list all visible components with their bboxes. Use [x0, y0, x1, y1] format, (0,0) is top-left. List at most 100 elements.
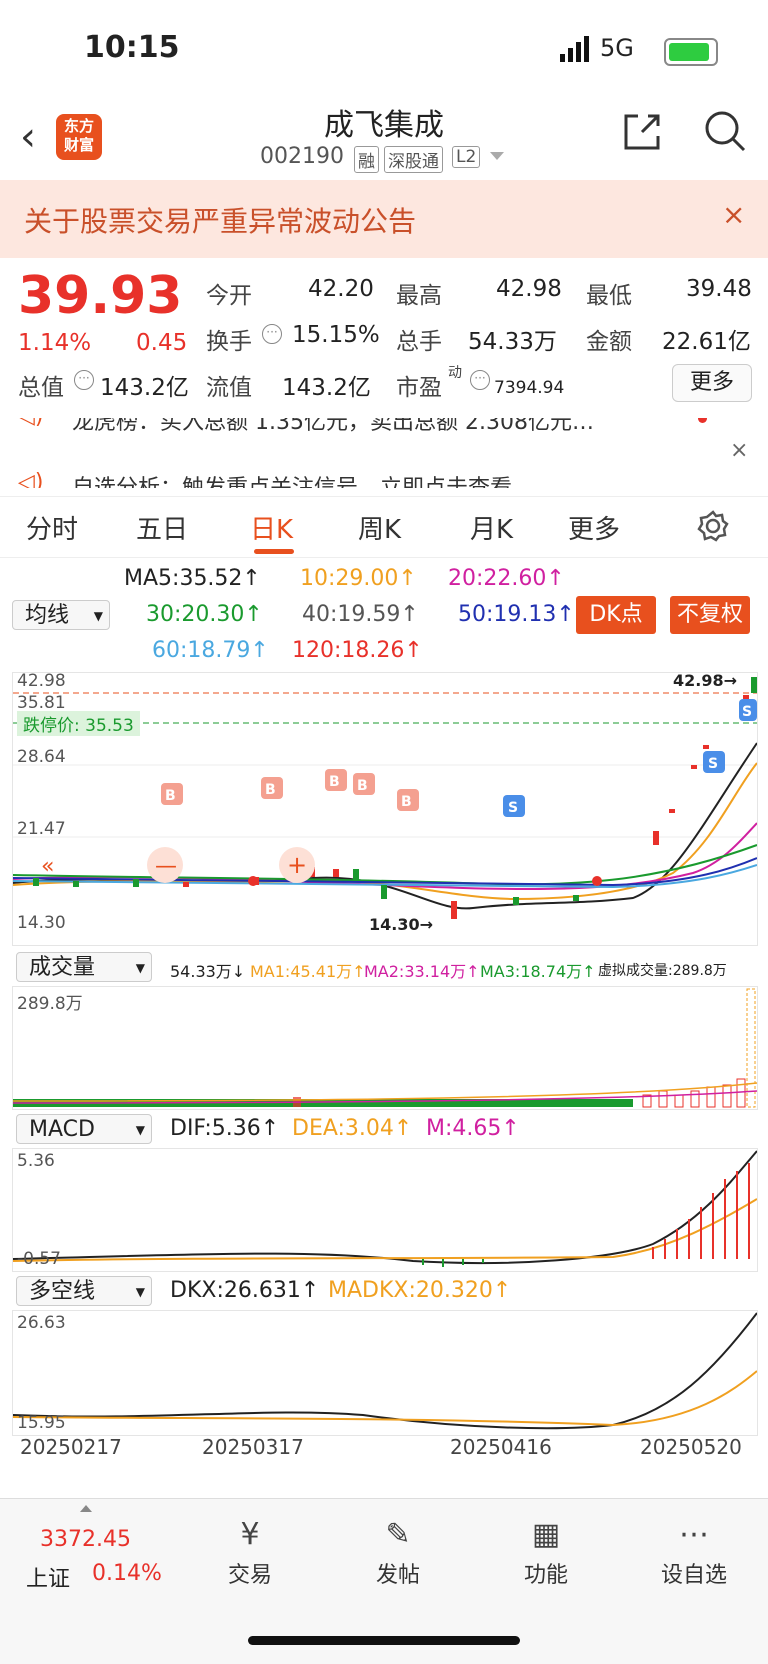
macd-m: M:4.65↑	[426, 1116, 520, 1141]
post-button[interactable]: ✎ 发帖	[348, 1513, 448, 1589]
tab-monthly-k[interactable]: 月K	[470, 509, 513, 546]
news-line-2[interactable]: 自选分析：触发重点关注信号，立即点击查看	[72, 470, 512, 488]
high-label: 最高	[396, 283, 442, 309]
announcement-text[interactable]: 关于股票交易严重异常波动公告	[24, 200, 416, 240]
y-label-4: 21.47	[17, 819, 66, 839]
tag-l2: L2	[452, 146, 481, 168]
share-icon[interactable]	[620, 110, 664, 154]
turnover-label: 换手	[206, 329, 252, 355]
add-watchlist-button[interactable]: ⋯ 设自选	[644, 1513, 744, 1589]
stock-code: 002190	[260, 144, 344, 169]
svg-text:+: +	[287, 851, 307, 879]
no-adjust-button[interactable]: 不复权	[670, 596, 750, 634]
tab-weekly-k[interactable]: 周K	[358, 509, 401, 546]
chevron-down-icon[interactable]	[490, 152, 504, 160]
svg-text:S: S	[742, 704, 752, 720]
battery-icon	[664, 38, 718, 66]
post-label: 发帖	[375, 1563, 420, 1588]
volume-y-label: 289.8万	[17, 994, 83, 1014]
tag-margin: 融	[354, 146, 379, 173]
tab-intraday[interactable]: 分时	[26, 509, 78, 546]
close-icon[interactable]: ×	[730, 438, 748, 463]
current-price: 39.93	[18, 266, 183, 326]
tab-more[interactable]: 更多	[568, 509, 620, 546]
status-time: 10:15	[84, 30, 180, 65]
macd-dea: DEA:3.04↑	[292, 1116, 413, 1141]
info-icon[interactable]: ···	[470, 370, 490, 390]
dkx-chart[interactable]: 26.63 15.95	[12, 1310, 758, 1436]
tab-five-day[interactable]: 五日	[136, 509, 188, 546]
trade-button[interactable]: ¥ 交易	[200, 1513, 300, 1589]
vol-ma1: MA1:45.41万↑	[250, 962, 366, 981]
high-value: 42.98	[496, 276, 562, 302]
y-label-2: 35.81	[17, 693, 66, 713]
dk-point-button[interactable]: DK点	[576, 596, 656, 634]
info-icon[interactable]: ···	[262, 324, 282, 344]
amount-label: 金额	[586, 329, 632, 355]
period-tabs: 分时 五日 日K 周K 月K 更多	[0, 496, 768, 558]
ma20-value: 20:22.60↑	[448, 566, 565, 591]
stock-header: ‹ 东方 财富 成飞集成 002190 融 深股通 L2	[0, 94, 768, 178]
news-line-1[interactable]: 龙虎榜：买入总额 1.35亿元，卖出总额 2.308亿元…	[72, 418, 594, 436]
float-label: 流值	[206, 375, 252, 401]
close-icon[interactable]: ×	[722, 198, 745, 231]
macd-chart[interactable]: 5.36 -0.57	[12, 1148, 758, 1272]
kline-chart[interactable]: B B B B B S S S — + « 42.98 35.81 跌停价: 3…	[12, 671, 758, 946]
edit-icon: ✎	[385, 1517, 411, 1552]
home-indicator[interactable]	[248, 1636, 520, 1645]
amount-value: 22.61亿	[662, 329, 751, 355]
volume-value: 54.33万↓	[170, 962, 246, 981]
high-marker: 42.98→	[673, 671, 738, 690]
search-icon[interactable]	[702, 108, 748, 154]
index-name[interactable]: 上证	[26, 1561, 70, 1593]
svg-text:B: B	[357, 778, 368, 794]
dkx-y-top: 26.63	[17, 1313, 66, 1333]
more-button[interactable]: 更多	[672, 364, 752, 402]
limit-down-label: 跌停价: 35.53	[17, 711, 140, 736]
volume-label: 总手	[396, 329, 442, 355]
function-button[interactable]: ▦ 功能	[496, 1513, 596, 1589]
ma30-value: 30:20.30↑	[146, 602, 263, 627]
index-percent[interactable]: 0.14%	[92, 1561, 162, 1586]
ma-selector[interactable]: 均线 ▼	[12, 600, 110, 630]
buy-markers: B B B B B S S S	[161, 699, 757, 817]
signal-icon	[560, 36, 589, 62]
announcement-banner[interactable]: 关于股票交易严重异常波动公告 ×	[0, 180, 768, 258]
index-value[interactable]: 3372.45	[40, 1527, 131, 1552]
macd-selector[interactable]: MACD ▼	[16, 1114, 152, 1144]
unread-dot	[698, 418, 707, 423]
speaker-icon: ◁)	[18, 418, 44, 429]
date-label-3: 20250416	[450, 1435, 552, 1459]
y-label-3: 28.64	[17, 747, 66, 767]
ma40-value: 40:19.59↑	[302, 602, 419, 627]
ma50-value: 50:19.13↑	[458, 602, 575, 627]
turnover-value: 15.15%	[292, 322, 380, 348]
info-icon[interactable]: ···	[74, 370, 94, 390]
date-label-2: 20250317	[202, 1435, 304, 1459]
network-label: 5G	[600, 34, 634, 62]
vol-ma2: MA2:33.14万↑	[364, 962, 480, 981]
caret-up-icon	[80, 1505, 92, 1512]
tab-daily-k[interactable]: 日K	[250, 509, 293, 546]
status-bar: 10:15 5G	[0, 0, 768, 90]
svg-text:B: B	[165, 788, 176, 804]
low-label: 最低	[586, 283, 632, 309]
dkx-selector[interactable]: 多空线 ▼	[16, 1276, 152, 1306]
volume-chart[interactable]: 289.8万	[12, 986, 758, 1110]
quote-panel: 39.93 1.14% 0.45 今开 42.20 最高 42.98 最低 39…	[0, 258, 768, 418]
pe-label: 市盈	[396, 375, 442, 401]
news-ticker[interactable]: ◁) 龙虎榜：买入总额 1.35亿元，卖出总额 2.308亿元… ◁) 自选分析…	[0, 418, 768, 488]
dkx-svg	[13, 1312, 757, 1430]
low-marker: 14.30→	[369, 915, 434, 934]
low-value: 39.48	[686, 276, 752, 302]
dkx-y-bottom: 15.95	[17, 1413, 66, 1433]
ma10-value: 10:29.00↑	[300, 566, 417, 591]
speaker-icon: ◁)	[18, 470, 44, 488]
gear-icon[interactable]	[696, 509, 730, 543]
volume-selector[interactable]: 成交量 ▼	[16, 952, 152, 982]
change-amount: 0.45	[136, 330, 188, 356]
ma5-value: MA5:35.52↑	[124, 566, 261, 591]
macd-y-bottom: -0.57	[17, 1249, 61, 1269]
change-percent: 1.14%	[18, 330, 92, 356]
pe-sup: 动	[448, 365, 462, 381]
